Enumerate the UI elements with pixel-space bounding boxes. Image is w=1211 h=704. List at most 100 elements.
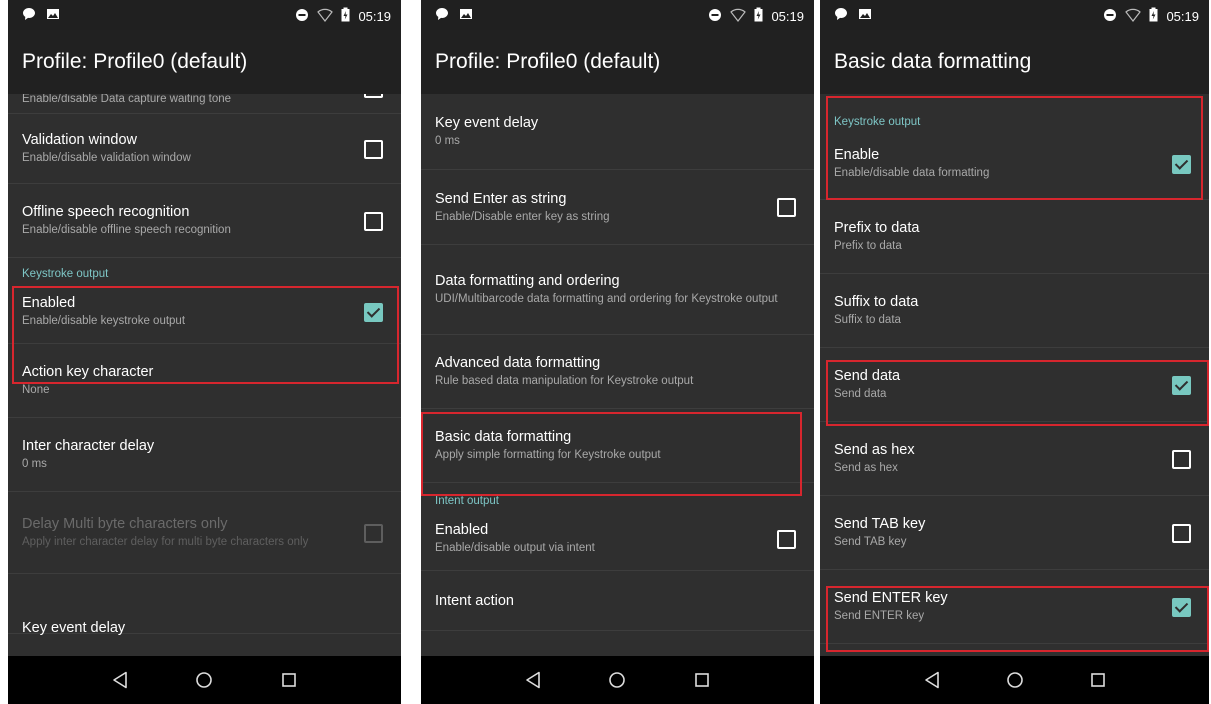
status-bar: 05:19 (421, 0, 814, 30)
chat-bubble-icon (834, 7, 848, 24)
setting-title: Data formatting and ordering (435, 273, 620, 289)
setting-subtitle: Prefix to data (834, 240, 902, 252)
setting-row-keystroke-enabled[interactable]: Enabled Enable/disable keystroke output (8, 280, 401, 344)
setting-row-send-enter[interactable]: Send ENTER key Send ENTER key (820, 570, 1209, 644)
battery-charging-icon (341, 7, 350, 25)
setting-title: Basic data formatting (435, 429, 572, 445)
checkbox-checked[interactable] (1172, 597, 1191, 617)
setting-title: Suffix to data (834, 294, 919, 310)
setting-row-advanced-data-formatting[interactable]: Advanced data formatting Rule based data… (421, 335, 814, 409)
setting-subtitle: Enable/disable validation window (22, 152, 191, 164)
setting-row-send-hex[interactable]: Send as hex Send as hex (820, 422, 1209, 496)
home-icon[interactable] (1001, 666, 1029, 694)
page-title: Basic data formatting (834, 50, 1032, 73)
setting-row-enable-formatting[interactable]: Enable Enable/disable data formatting (820, 128, 1209, 200)
setting-subtitle: Enable/disable offline speech recognitio… (22, 224, 231, 236)
battery-charging-icon (754, 7, 763, 25)
home-icon[interactable] (190, 666, 218, 694)
setting-row-action-key[interactable]: Action key character None (8, 344, 401, 418)
setting-row-basic-data-formatting[interactable]: Basic data formatting Apply simple forma… (421, 409, 814, 483)
checkbox-checked[interactable] (1172, 375, 1191, 395)
setting-row-validation-window[interactable]: Validation window Enable/disable validat… (8, 114, 401, 184)
setting-row-data-capture-tone[interactable]: Enable/disable Data capture waiting tone (8, 94, 401, 114)
app-bar: Basic data formatting (820, 30, 1209, 94)
page-title: Profile: Profile0 (default) (22, 50, 248, 73)
home-icon[interactable] (603, 666, 631, 694)
category-keystroke-output: Keystroke output (22, 268, 109, 280)
setting-subtitle: Enable/disable data formatting (834, 167, 990, 179)
settings-list: Keystroke output Enable Enable/disable d… (820, 94, 1209, 656)
battery-charging-icon (1149, 7, 1158, 25)
setting-subtitle: Enable/Disable enter key as string (435, 210, 610, 223)
setting-row-send-enter-string[interactable]: Send Enter as string Enable/Disable ente… (421, 170, 814, 245)
setting-title: Delay Multi byte characters only (22, 516, 228, 532)
setting-row-data-formatting-ordering[interactable]: Data formatting and ordering UDI/Multiba… (421, 245, 814, 335)
setting-row-offline-speech[interactable]: Offline speech recognition Enable/disabl… (8, 184, 401, 258)
setting-title: Prefix to data (834, 220, 920, 236)
setting-title: Send TAB key (834, 516, 926, 532)
checkbox-disabled (364, 523, 383, 543)
setting-title: Intent action (435, 592, 514, 609)
recents-icon[interactable] (1084, 666, 1112, 694)
setting-subtitle: Enable/disable output via intent (435, 542, 595, 554)
setting-row-send-data[interactable]: Send data Send data (820, 348, 1209, 422)
checkbox[interactable] (364, 139, 383, 159)
setting-title: Offline speech recognition (22, 204, 190, 220)
navigation-bar (421, 656, 814, 704)
setting-title: Send Enter as string (435, 190, 567, 207)
setting-row-multibyte-delay: Delay Multi byte characters only Apply i… (8, 492, 401, 574)
checkbox[interactable] (777, 529, 796, 549)
setting-subtitle: None (22, 384, 50, 396)
checkbox[interactable] (777, 198, 796, 217)
setting-subtitle: UDI/Multibarcode data formatting and ord… (435, 293, 778, 305)
back-icon[interactable] (106, 666, 134, 694)
checkbox-checked[interactable] (1172, 154, 1191, 174)
setting-title: Action key character (22, 364, 154, 380)
setting-row-intent-enabled[interactable]: Enabled Enable/disable output via intent (421, 507, 814, 571)
chat-bubble-icon (435, 7, 449, 24)
setting-title: Enabled (22, 295, 76, 311)
setting-row-inter-char-delay[interactable]: Inter character delay 0 ms (8, 418, 401, 492)
setting-title: Send data (834, 368, 901, 384)
wifi-icon (730, 8, 747, 25)
setting-row-prefix[interactable]: Prefix to data Prefix to data (820, 200, 1209, 274)
checkbox-checked[interactable] (364, 302, 383, 322)
status-bar: 05:19 (820, 0, 1209, 30)
setting-subtitle: Send as hex (834, 462, 898, 474)
checkbox[interactable] (1172, 523, 1191, 543)
setting-row-key-event-delay[interactable]: Key event delay 0 ms (421, 94, 814, 170)
back-icon[interactable] (918, 666, 946, 694)
checkbox[interactable] (364, 211, 383, 231)
setting-row-send-tab[interactable]: Send TAB key Send TAB key (820, 496, 1209, 570)
image-icon (459, 7, 473, 24)
status-time: 05:19 (1166, 8, 1199, 24)
navigation-bar (820, 656, 1209, 704)
setting-subtitle: Send data (834, 388, 887, 400)
checkbox[interactable] (1172, 449, 1191, 469)
app-bar: Profile: Profile0 (default) (421, 30, 814, 94)
setting-title: Send as hex (834, 442, 915, 458)
status-time: 05:19 (771, 8, 804, 24)
setting-title: Enabled (435, 522, 489, 538)
setting-title: Inter character delay (22, 438, 155, 454)
setting-title: Validation window (22, 132, 137, 148)
setting-row-intent-action[interactable]: Intent action (421, 571, 814, 631)
setting-subtitle: Apply simple formatting for Keystroke ou… (435, 449, 661, 461)
image-icon (46, 7, 60, 24)
recents-icon[interactable] (688, 666, 716, 694)
back-icon[interactable] (519, 666, 547, 694)
setting-subtitle: Suffix to data (834, 314, 901, 326)
app-bar: Profile: Profile0 (default) (8, 30, 401, 94)
setting-row-suffix[interactable]: Suffix to data Suffix to data (820, 274, 1209, 348)
setting-subtitle: Send TAB key (834, 536, 907, 548)
wifi-icon (1125, 8, 1142, 25)
do-not-disturb-icon (295, 8, 309, 25)
setting-row-key-event-delay[interactable]: Key event delay (8, 574, 401, 636)
wifi-icon (317, 8, 334, 25)
setting-subtitle: 0 ms (435, 135, 460, 147)
image-icon (858, 7, 872, 24)
setting-title: Key event delay (435, 115, 539, 131)
category-keystroke-output: Keystroke output (834, 116, 921, 128)
recents-icon[interactable] (275, 666, 303, 694)
checkbox[interactable] (364, 94, 383, 98)
